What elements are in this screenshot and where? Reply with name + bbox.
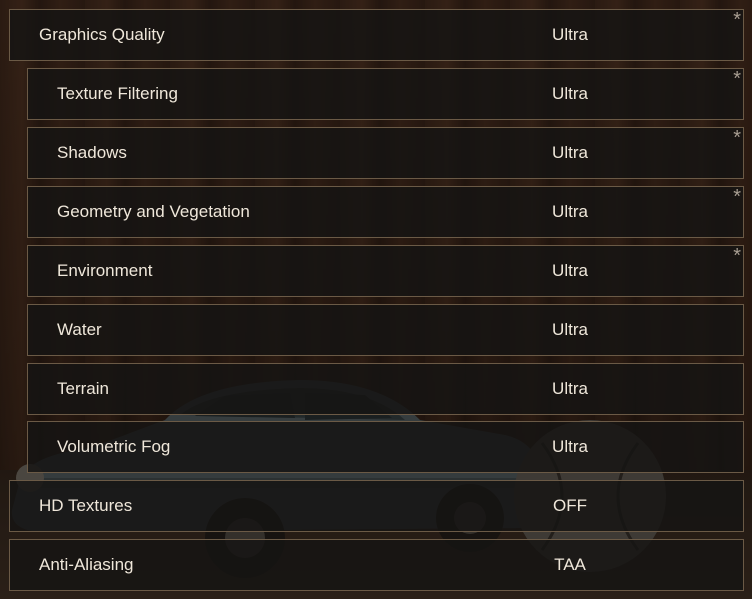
setting-label: Environment [57, 261, 153, 280]
setting-row-geometry-and-vegetation[interactable]: Geometry and Vegetation Ultra * [27, 186, 744, 238]
setting-label: Terrain [57, 379, 109, 398]
setting-label: Graphics Quality [39, 25, 165, 44]
setting-label: Geometry and Vegetation [57, 202, 250, 221]
setting-row-texture-filtering[interactable]: Texture Filtering Ultra * [27, 68, 744, 120]
setting-row-volumetric-fog[interactable]: Volumetric Fog Ultra [27, 421, 744, 473]
modified-marker: * [733, 68, 741, 90]
setting-label: Shadows [57, 143, 127, 162]
setting-row-graphics-quality[interactable]: Graphics Quality Ultra * [9, 9, 744, 61]
modified-marker: * [733, 245, 741, 267]
setting-row-environment[interactable]: Environment Ultra * [27, 245, 744, 297]
setting-row-hd-textures[interactable]: HD Textures OFF [9, 480, 744, 532]
setting-value[interactable]: Ultra [510, 128, 630, 178]
modified-marker: * [733, 127, 741, 149]
setting-label: Texture Filtering [57, 84, 178, 103]
setting-value[interactable]: OFF [510, 481, 630, 531]
setting-value[interactable]: Ultra [510, 10, 630, 60]
setting-value[interactable]: Ultra [510, 364, 630, 414]
modified-marker: * [733, 186, 741, 208]
setting-value[interactable]: TAA [510, 540, 630, 590]
setting-value[interactable]: Ultra [510, 246, 630, 296]
modified-marker: * [733, 9, 741, 31]
setting-value[interactable]: Ultra [510, 187, 630, 237]
setting-label: Anti-Aliasing [39, 555, 134, 574]
setting-row-shadows[interactable]: Shadows Ultra * [27, 127, 744, 179]
setting-label: HD Textures [39, 496, 133, 515]
graphics-settings-list: Graphics Quality Ultra * Texture Filteri… [0, 0, 752, 599]
setting-label: Volumetric Fog [57, 437, 171, 456]
setting-row-terrain[interactable]: Terrain Ultra [27, 363, 744, 415]
setting-row-water[interactable]: Water Ultra [27, 304, 744, 356]
setting-label: Water [57, 320, 102, 339]
setting-value[interactable]: Ultra [510, 422, 630, 472]
setting-value[interactable]: Ultra [510, 305, 630, 355]
setting-value[interactable]: Ultra [510, 69, 630, 119]
setting-row-anti-aliasing[interactable]: Anti-Aliasing TAA [9, 539, 744, 591]
